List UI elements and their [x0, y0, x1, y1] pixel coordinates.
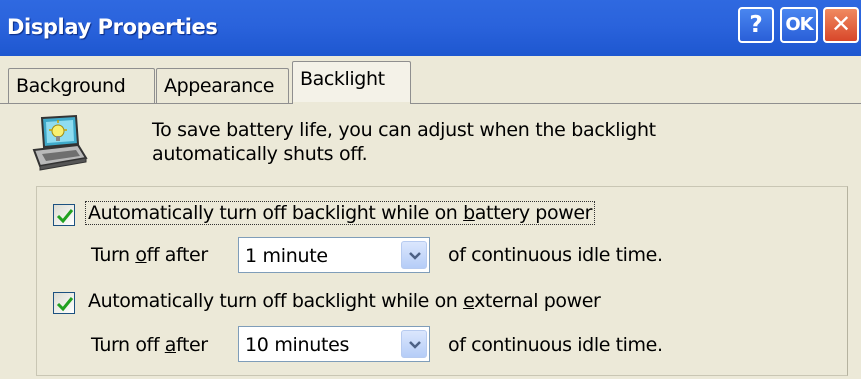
checkmark-icon: [56, 209, 74, 224]
external-timeout-value: 10 minutes: [245, 334, 350, 356]
battery-turn-off-label: Turn off after: [91, 244, 208, 266]
window-title: Display Properties: [7, 15, 218, 39]
chevron-down-icon: [409, 341, 421, 349]
help-button[interactable]: ?: [738, 7, 774, 43]
chevron-down-icon: [409, 252, 421, 260]
battery-backlight-checkbox[interactable]: [53, 204, 75, 226]
external-turn-off-label: Turn off after: [91, 334, 208, 356]
tab-appearance[interactable]: Appearance: [156, 68, 289, 104]
close-icon: ✕: [830, 10, 852, 38]
laptop-backlight-icon: [32, 114, 88, 171]
close-button[interactable]: ✕: [823, 7, 859, 43]
tab-strip-divider: [0, 103, 861, 104]
external-backlight-label[interactable]: Automatically turn off backlight while o…: [88, 290, 601, 312]
battery-idle-suffix: of continuous idle time.: [448, 244, 663, 266]
intro-line-1: To save battery life, you can adjust whe…: [152, 119, 656, 141]
intro-line-2: automatically shuts off.: [152, 143, 368, 165]
external-idle-suffix: of continuous idle time.: [448, 334, 663, 356]
checkmark-icon: [56, 297, 74, 312]
battery-timeout-select[interactable]: 1 minute: [238, 237, 430, 273]
external-timeout-select[interactable]: 10 minutes: [238, 326, 430, 362]
intro-text: To save battery life, you can adjust whe…: [152, 118, 752, 166]
external-timeout-dropdown-button[interactable]: [401, 330, 427, 358]
dialog-body: Background Appearance Backlight To save …: [0, 56, 861, 379]
title-bar: Display Properties ? OK ✕: [0, 0, 861, 56]
battery-timeout-value: 1 minute: [245, 245, 328, 267]
ok-button[interactable]: OK: [780, 7, 818, 43]
battery-timeout-dropdown-button[interactable]: [401, 241, 427, 269]
external-backlight-checkbox[interactable]: [53, 292, 75, 314]
tab-background[interactable]: Background: [8, 68, 155, 104]
battery-backlight-label[interactable]: Automatically turn off backlight while o…: [84, 201, 596, 225]
tab-backlight[interactable]: Backlight: [292, 61, 411, 104]
